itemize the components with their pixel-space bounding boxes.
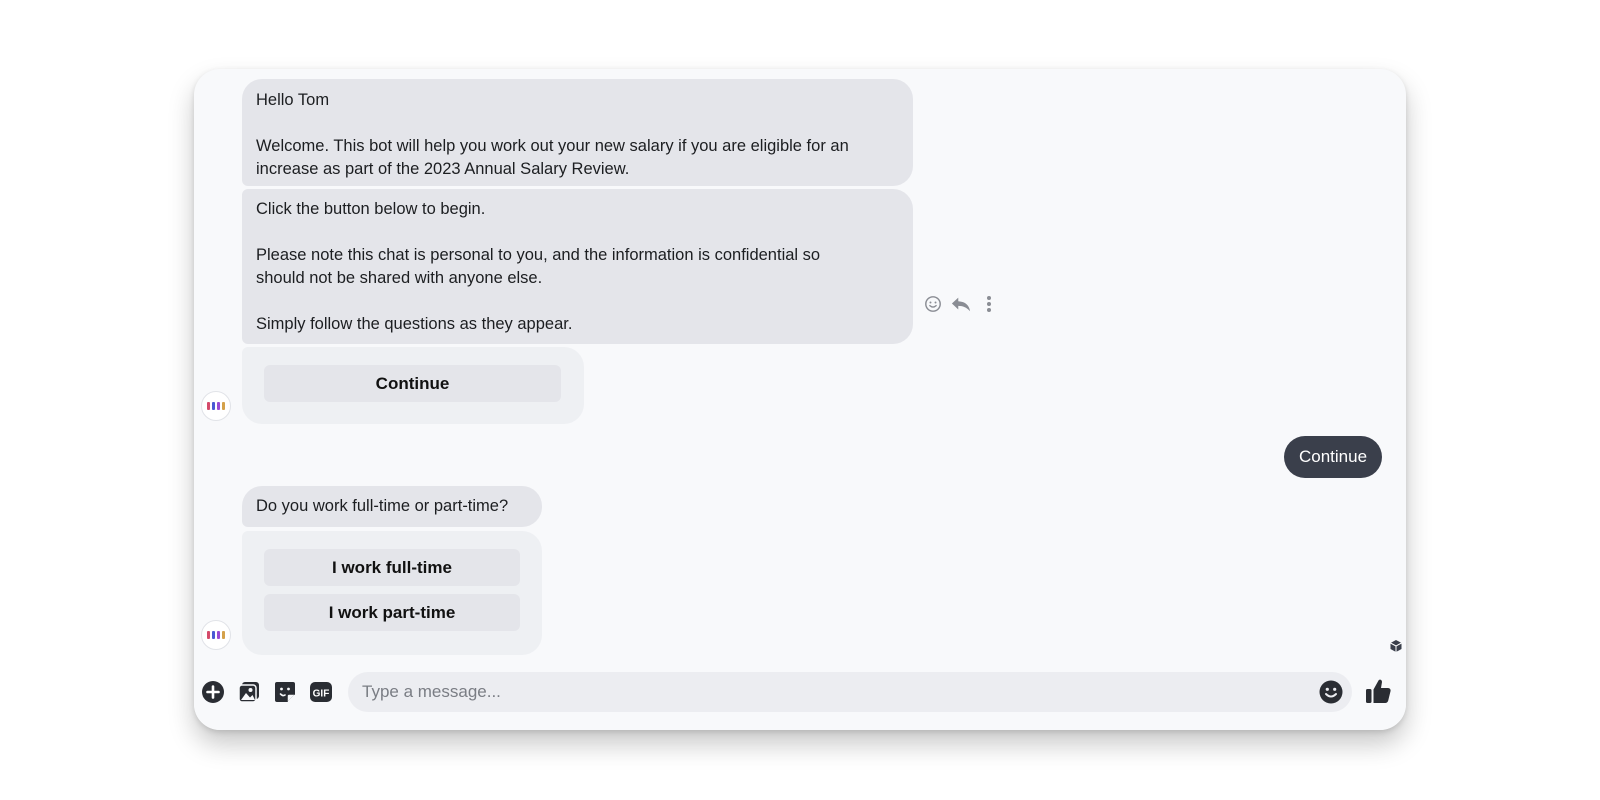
composer-bar: GIF (194, 662, 1406, 730)
message-line: Simply follow the questions as they appe… (256, 315, 573, 333)
message-line: Hello Tom (256, 91, 330, 109)
bot-logo-icon (207, 630, 225, 640)
sticker-icon[interactable] (272, 679, 298, 705)
message-actions (922, 291, 1002, 317)
message-line: Do you work full-time or part-time? (256, 497, 509, 515)
message-line: Welcome. This bot will help you work out… (256, 137, 849, 155)
bot-logo-icon (207, 401, 225, 411)
gif-icon[interactable]: GIF (308, 679, 334, 705)
reply-icon[interactable] (950, 293, 972, 315)
bot-avatar (201, 620, 231, 650)
bot-message-question: Do you work full-time or part-time? (242, 486, 542, 527)
message-input-wrapper (348, 672, 1352, 712)
quick-reply-card: Continue (242, 347, 584, 424)
emoji-icon[interactable] (1318, 679, 1344, 705)
message-line: increase as part of the 2023 Annual Sala… (256, 160, 630, 178)
bot-avatar (201, 391, 231, 421)
full-time-button[interactable]: I work full-time (264, 549, 520, 586)
smiley-icon[interactable] (922, 293, 944, 315)
message-line (256, 290, 899, 313)
user-message: Continue (1284, 436, 1382, 478)
chat-window: Hello Tom Welcome. This bot will help yo… (194, 69, 1406, 730)
message-line: should not be shared with anyone else. (256, 269, 543, 287)
add-icon[interactable] (200, 679, 226, 705)
message-line (256, 221, 899, 244)
message-line: Please note this chat is personal to you… (256, 246, 821, 264)
image-icon[interactable] (236, 679, 262, 705)
thumbs-up-icon[interactable] (1364, 677, 1394, 707)
bot-message-instructions: Click the button below to begin. Please … (242, 189, 913, 344)
message-line: Click the button below to begin. (256, 200, 486, 218)
quick-reply-card: I work full-time I work part-time (242, 531, 542, 655)
bot-message-greeting: Hello Tom Welcome. This bot will help yo… (242, 79, 913, 186)
message-line (256, 112, 899, 135)
continue-button[interactable]: Continue (264, 365, 561, 402)
part-time-button[interactable]: I work part-time (264, 594, 520, 631)
seen-cube-icon (1389, 639, 1403, 653)
more-vertical-icon[interactable] (978, 293, 1000, 315)
gif-label: GIF (313, 689, 330, 700)
message-input[interactable] (362, 672, 1292, 712)
